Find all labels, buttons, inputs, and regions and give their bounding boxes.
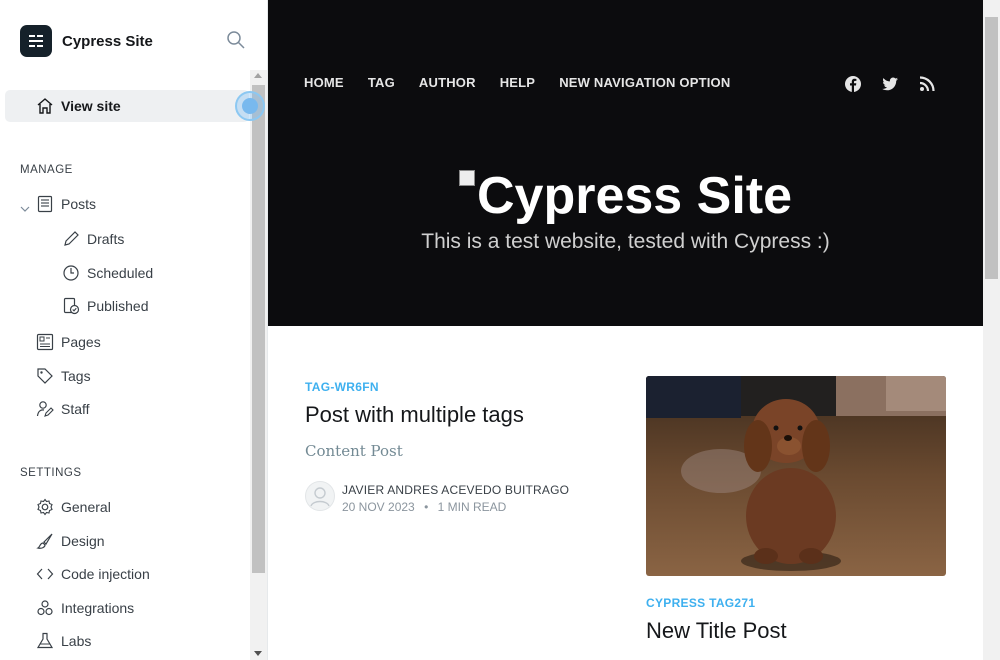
- site-header: HOME TAG AUTHOR HELP NEW NAVIGATION OPTI…: [268, 0, 983, 326]
- broken-image-icon: [458, 170, 475, 186]
- sidebar-item-label: Integrations: [61, 600, 135, 616]
- sidebar-item-scheduled[interactable]: Scheduled: [0, 258, 250, 288]
- sidebar-item-label: General: [61, 499, 111, 515]
- post-excerpt[interactable]: Content Post: [305, 442, 605, 460]
- sidebar-item-code-injection[interactable]: Code injection: [0, 559, 250, 589]
- site-logo-icon: [20, 25, 52, 57]
- nav-link-help[interactable]: HELP: [500, 75, 535, 90]
- post-title[interactable]: Post with multiple tags: [305, 402, 605, 428]
- nav-link-author[interactable]: AUTHOR: [419, 75, 476, 90]
- sidebar-nav: View site MANAGE Posts Drafts Scheduled …: [0, 70, 250, 660]
- brand[interactable]: Cypress Site: [20, 24, 153, 58]
- sidebar-item-label: Scheduled: [87, 265, 154, 281]
- sidebar-item-label: Published: [87, 298, 149, 314]
- home-icon: [36, 97, 54, 120]
- sidebar-item-staff[interactable]: Staff: [0, 394, 250, 424]
- sidebar-item-labs[interactable]: Labs: [0, 626, 250, 656]
- sidebar-item-integrations[interactable]: Integrations: [0, 593, 250, 623]
- sidebar-item-design[interactable]: Design: [0, 526, 250, 556]
- post-feature-image[interactable]: [646, 376, 946, 576]
- sidebar-item-published[interactable]: Published: [0, 291, 250, 321]
- site-preview: HOME TAG AUTHOR HELP NEW NAVIGATION OPTI…: [268, 0, 983, 660]
- posts-icon: [36, 195, 54, 213]
- nav-link-tag[interactable]: TAG: [368, 75, 395, 90]
- read-time: 1 MIN READ: [437, 500, 507, 514]
- integrations-icon: [36, 599, 54, 617]
- post-tag[interactable]: CYPRESS TAG271: [646, 596, 755, 610]
- twitter-icon[interactable]: [881, 75, 899, 93]
- facebook-icon[interactable]: [844, 75, 862, 93]
- sidebar-item-label: Design: [61, 533, 105, 549]
- brush-icon: [36, 532, 54, 550]
- site-description: This is a test website, tested with Cypr…: [421, 230, 830, 253]
- sidebar-scroll-thumb[interactable]: [252, 85, 265, 573]
- scroll-up-arrow-icon[interactable]: [254, 73, 262, 78]
- author-name[interactable]: JAVIER ANDRES ACEVEDO BUITRAGO: [342, 483, 569, 497]
- nav-link-home[interactable]: HOME: [304, 75, 344, 90]
- page-scroll-thumb[interactable]: [985, 17, 998, 279]
- rss-icon[interactable]: [918, 75, 936, 93]
- sidebar-item-label: Staff: [61, 401, 90, 417]
- click-indicator: [235, 91, 265, 121]
- chevron-down-icon[interactable]: [20, 200, 30, 218]
- post-meta: 20 NOV 2023 • 1 MIN READ: [342, 500, 506, 514]
- pencil-icon: [62, 230, 80, 248]
- sidebar-item-pages[interactable]: Pages: [0, 327, 250, 357]
- sidebar-item-label: Drafts: [87, 231, 125, 247]
- sidebar-item-label: Posts: [61, 196, 97, 212]
- code-icon: [36, 565, 54, 583]
- gear-icon: [36, 498, 54, 516]
- search-icon[interactable]: [226, 30, 248, 52]
- sidebar-item-tags[interactable]: Tags: [0, 361, 250, 391]
- sidebar-scrollbar[interactable]: [250, 70, 267, 660]
- site-title-text: Cypress Site: [476, 167, 793, 225]
- view-site-label: View site: [61, 98, 121, 114]
- sidebar-item-label: Code injection: [61, 566, 150, 582]
- sidebar-item-general[interactable]: General: [0, 492, 250, 522]
- settings-section-title: SETTINGS: [20, 467, 82, 479]
- sidebar-item-label: Pages: [61, 334, 101, 350]
- published-icon: [62, 297, 80, 315]
- site-nav: HOME TAG AUTHOR HELP NEW NAVIGATION OPTI…: [304, 75, 754, 90]
- page-scrollbar[interactable]: [983, 0, 1000, 660]
- post-title[interactable]: New Title Post: [646, 618, 787, 644]
- meta-separator: •: [424, 500, 429, 514]
- sidebar-item-label: Labs: [61, 633, 92, 649]
- clock-icon: [62, 264, 80, 282]
- avatar[interactable]: [305, 481, 335, 511]
- sidebar-item-drafts[interactable]: Drafts: [0, 224, 250, 254]
- post-author-meta: JAVIER ANDRES ACEVEDO BUITRAGO 20 NOV 20…: [305, 481, 605, 515]
- staff-icon: [36, 400, 54, 418]
- post-tag[interactable]: TAG-WR6FN: [305, 380, 605, 394]
- pages-icon: [36, 333, 54, 351]
- scroll-down-arrow-icon[interactable]: [254, 651, 262, 656]
- site-title: Cypress Site: [268, 166, 983, 226]
- post-date: 20 NOV 2023: [342, 500, 415, 514]
- admin-sidebar: Cypress Site View site MANAGE Posts Draf…: [0, 0, 268, 660]
- flask-icon: [36, 632, 54, 650]
- sidebar-item-label: Tags: [61, 368, 91, 384]
- manage-section-title: MANAGE: [20, 164, 73, 176]
- nav-link-new-navigation-option[interactable]: NEW NAVIGATION OPTION: [559, 75, 730, 90]
- post-card[interactable]: TAG-WR6FN Post with multiple tags Conten…: [305, 380, 605, 460]
- site-name: Cypress Site: [62, 32, 153, 50]
- view-site-link[interactable]: View site: [5, 90, 249, 122]
- sidebar-item-posts[interactable]: Posts: [0, 189, 250, 219]
- tag-icon: [36, 367, 54, 385]
